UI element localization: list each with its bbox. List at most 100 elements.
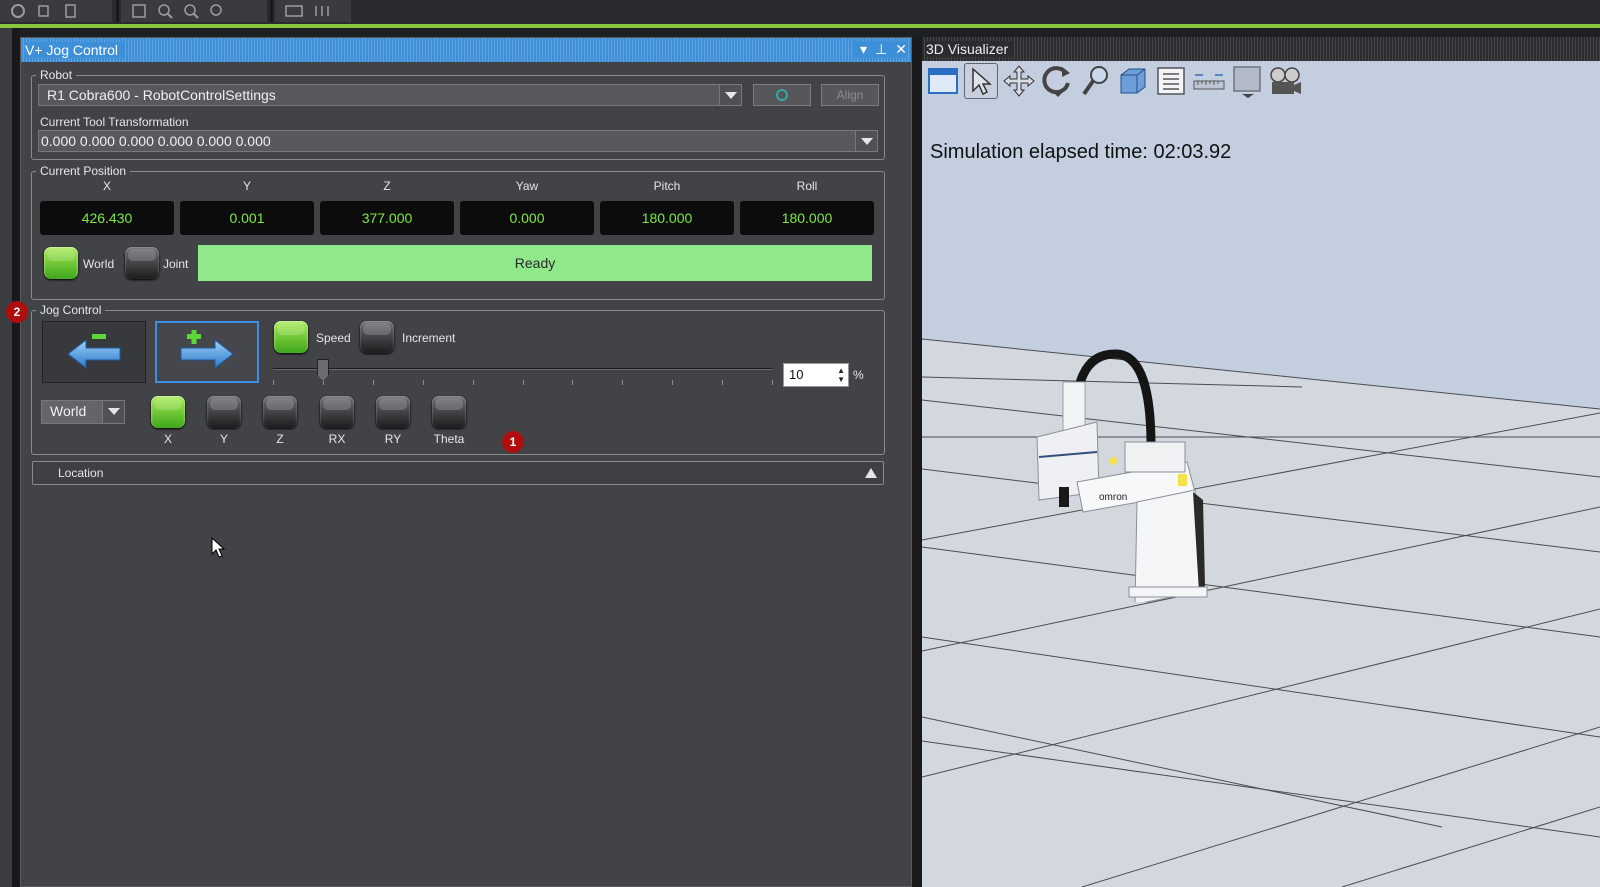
axis-ry-button[interactable] <box>376 396 410 428</box>
slider-track <box>273 368 773 370</box>
toolbar-group-tools <box>275 0 351 22</box>
frame-select[interactable]: World <box>41 400 125 424</box>
frame-select-value: World <box>50 403 87 419</box>
copy-icon[interactable] <box>36 3 52 19</box>
visualizer-title: 3D Visualizer <box>926 41 1015 57</box>
joint-mode-label: Joint <box>163 257 189 271</box>
zoom-fit-icon[interactable] <box>209 3 225 19</box>
visualizer-toolbar <box>926 63 1302 99</box>
pos-value-y: 0.001 <box>180 201 314 235</box>
jog-control-legend: Jog Control <box>40 303 102 317</box>
axis-z-label: Z <box>276 432 284 446</box>
status-indicator: Ready <box>198 245 872 281</box>
close-icon[interactable]: ✕ <box>895 41 907 58</box>
increment-mode-button[interactable] <box>360 321 394 353</box>
zoom-in-icon[interactable] <box>157 3 173 19</box>
select-pointer-icon[interactable] <box>964 63 998 99</box>
arrow-left-minus-icon <box>67 334 121 370</box>
annotation-marker-1: 1 <box>502 431 524 453</box>
zoom-out-icon[interactable] <box>183 3 199 19</box>
list-view-icon[interactable] <box>1154 63 1188 99</box>
left-dock-gap <box>12 28 20 887</box>
slider-thumb[interactable] <box>317 359 329 381</box>
pos-value-x: 426.430 <box>40 201 174 235</box>
mouse-pointer-icon <box>211 537 226 558</box>
chevron-down-icon[interactable] <box>855 131 877 151</box>
left-dock-strip <box>0 28 12 887</box>
pos-label-pitch: Pitch <box>653 179 681 193</box>
pos-label-x: X <box>102 179 111 193</box>
robot-select-value: R1 Cobra600 - RobotControlSettings <box>47 87 276 103</box>
module-icon[interactable] <box>313 3 331 19</box>
location-label: Location <box>58 466 104 480</box>
speed-percent-value: 10 <box>789 367 804 382</box>
axis-x-label: X <box>163 432 172 446</box>
tool-transform-label: Current Tool Transformation <box>40 115 189 129</box>
axis-theta-label: Theta <box>433 432 465 446</box>
percent-label: % <box>853 368 864 382</box>
axis-x-button[interactable] <box>151 396 185 428</box>
measure-ruler-icon[interactable] <box>1192 63 1226 99</box>
pos-label-z: Z <box>383 179 391 193</box>
axis-rx-label: RX <box>328 432 346 446</box>
panel-menu-icon[interactable]: ▾ <box>860 41 867 58</box>
refresh-icon[interactable] <box>10 3 26 19</box>
toolbar-accent-line <box>0 24 1600 28</box>
jog-panel-titlebar: V+ Jog Control ▾ ⊥ ✕ <box>21 38 911 62</box>
annotation-marker-2: 2 <box>6 301 28 323</box>
pos-label-yaw: Yaw <box>515 179 539 193</box>
pos-value-z: 377.000 <box>320 201 454 235</box>
jog-panel-controls: ▾ ⊥ ✕ <box>854 41 907 58</box>
paste-icon[interactable] <box>62 3 78 19</box>
jog-panel-title: V+ Jog Control <box>25 42 124 58</box>
zoom-magnifier-icon[interactable] <box>1078 63 1112 99</box>
toolbar-group-edit <box>0 0 112 22</box>
world-mode-label: World <box>83 257 115 271</box>
chevron-down-icon[interactable] <box>102 401 124 423</box>
rotate-view-icon[interactable] <box>1040 63 1074 99</box>
axis-rx-button[interactable] <box>320 396 354 428</box>
pin-icon[interactable]: ⊥ <box>875 41 887 58</box>
speed-mode-button[interactable] <box>274 321 308 353</box>
jog-plus-button[interactable] <box>155 321 259 383</box>
grid-icon[interactable] <box>285 3 303 19</box>
current-position-legend: Current Position <box>40 164 127 178</box>
panel-splitter[interactable] <box>912 37 922 887</box>
axis-z-button[interactable] <box>263 396 297 428</box>
axis-y-button[interactable] <box>207 396 241 428</box>
pos-label-roll: Roll <box>796 179 818 193</box>
simulation-elapsed-time: Simulation elapsed time: 02:03.92 <box>930 141 1232 163</box>
speed-percent-input[interactable]: 10 ▲ ▼ <box>783 363 849 387</box>
power-button[interactable] <box>753 84 811 106</box>
power-icon <box>776 89 788 101</box>
speed-slider[interactable] <box>273 358 775 388</box>
speed-mode-label: Speed <box>316 331 351 345</box>
robot-model[interactable]: omron <box>1017 342 1217 602</box>
tool-transform-value: 0.000 0.000 0.000 0.000 0.000 0.000 <box>41 133 271 149</box>
window-icon[interactable] <box>926 63 960 99</box>
frame-icon[interactable] <box>131 3 147 19</box>
pos-value-roll: 180.000 <box>740 201 874 235</box>
solid-view-icon[interactable] <box>1116 63 1150 99</box>
axis-y-label: Y <box>219 432 228 446</box>
visualizer-titlebar: 3D Visualizer <box>922 37 1600 61</box>
jog-control-panel: V+ Jog Control ▾ ⊥ ✕ Robot R1 Cobra600 -… <box>20 37 912 887</box>
arrow-right-plus-icon <box>180 330 234 370</box>
spin-arrows-icon[interactable]: ▲ ▼ <box>837 366 845 384</box>
robot-select[interactable]: R1 Cobra600 - RobotControlSettings <box>38 84 742 106</box>
location-section-header[interactable]: Location <box>32 461 884 485</box>
chevron-down-icon[interactable] <box>719 85 741 105</box>
tool-transform-select[interactable]: 0.000 0.000 0.000 0.000 0.000 0.000 <box>38 130 878 152</box>
visualizer-panel: 3D Visualizer Simulation elapsed time: 0… <box>922 37 1600 887</box>
jog-minus-button[interactable] <box>42 321 146 383</box>
chevron-up-icon[interactable] <box>865 468 877 478</box>
pos-value-pitch: 180.000 <box>600 201 734 235</box>
align-button[interactable]: Align <box>821 84 879 106</box>
record-film-icon[interactable] <box>1268 63 1302 99</box>
world-mode-button[interactable] <box>44 247 78 279</box>
axis-theta-button[interactable] <box>432 396 466 428</box>
joint-mode-button[interactable] <box>125 247 159 279</box>
axis-ry-label: RY <box>384 432 402 446</box>
pan-move-icon[interactable] <box>1002 63 1036 99</box>
edge-display-icon[interactable] <box>1230 63 1264 99</box>
